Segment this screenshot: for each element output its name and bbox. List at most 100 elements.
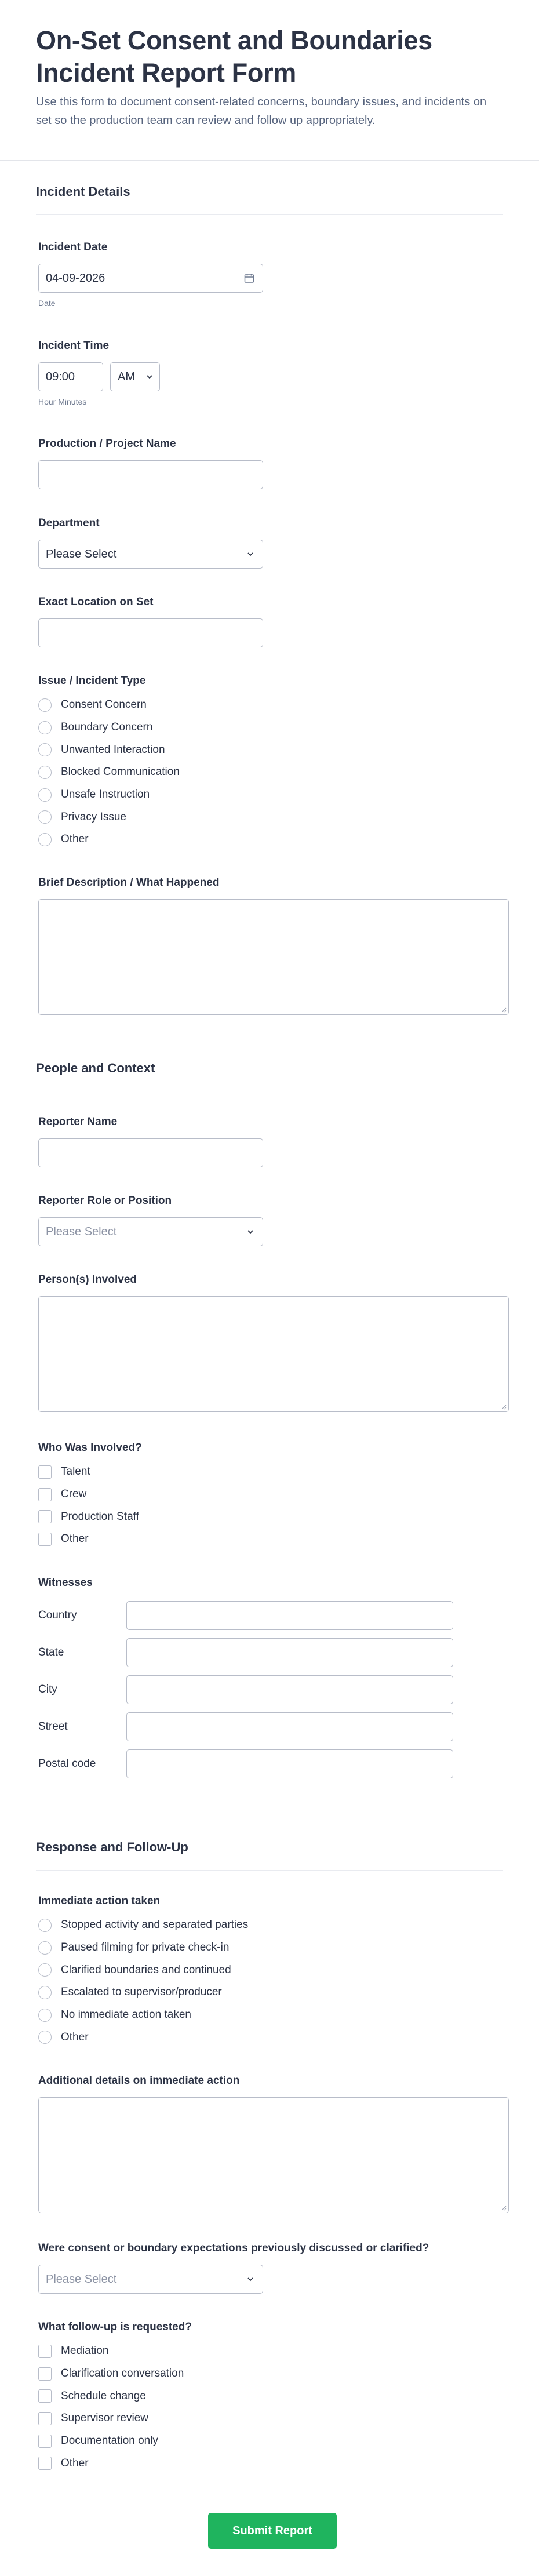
question-production-name: Production / Project Name bbox=[0, 437, 539, 489]
resize-grip-icon[interactable] bbox=[501, 2205, 507, 2211]
form-footer: Submit Report bbox=[0, 2491, 539, 2576]
department-select[interactable]: Please Select bbox=[38, 540, 263, 569]
radio-option[interactable]: No immediate action taken bbox=[38, 2004, 501, 2026]
checkbox[interactable] bbox=[38, 1532, 52, 1546]
option-label: Crew bbox=[61, 1488, 87, 1501]
radio-option[interactable]: Stopped activity and separated parties bbox=[38, 1914, 501, 1937]
checkbox[interactable] bbox=[38, 1487, 52, 1501]
radio-button[interactable] bbox=[38, 1985, 52, 1999]
checkbox[interactable] bbox=[38, 2457, 52, 2471]
radio-option[interactable]: Paused filming for private check-in bbox=[38, 1937, 501, 1959]
ampm-value: AM bbox=[118, 370, 135, 383]
calendar-icon[interactable] bbox=[244, 273, 254, 283]
checkbox-option[interactable]: Supervisor review bbox=[38, 2407, 501, 2430]
form-page: On-Set Consent and Boundaries Incident R… bbox=[0, 0, 539, 2576]
question-incident-date: Incident Date 04-09-2026 Date bbox=[0, 241, 539, 308]
checkbox-option[interactable]: Other bbox=[38, 2452, 501, 2475]
radio-button[interactable] bbox=[38, 810, 52, 824]
description-label: Brief Description / What Happened bbox=[38, 876, 220, 889]
incident-date-input[interactable]: 04-09-2026 bbox=[38, 264, 263, 293]
street-input[interactable] bbox=[126, 1712, 453, 1741]
reporter-name-label: Reporter Name bbox=[38, 1116, 118, 1128]
checkbox[interactable] bbox=[38, 2367, 52, 2381]
radio-option[interactable]: Boundary Concern bbox=[38, 716, 501, 739]
checkbox-option[interactable]: Other bbox=[38, 1528, 501, 1551]
section-title: People and Context bbox=[36, 1061, 155, 1075]
radio-button[interactable] bbox=[38, 2008, 52, 2022]
resize-grip-icon[interactable] bbox=[501, 1404, 507, 1410]
checkbox[interactable] bbox=[38, 2434, 52, 2448]
checkbox-option[interactable]: Schedule change bbox=[38, 2385, 501, 2407]
radio-button[interactable] bbox=[38, 765, 52, 779]
additional-details-textarea[interactable] bbox=[38, 2097, 509, 2213]
checkbox[interactable] bbox=[38, 1465, 52, 1479]
previously-discussed-label: Were consent or boundary expectations pr… bbox=[38, 2242, 429, 2254]
radio-option[interactable]: Privacy Issue bbox=[38, 806, 501, 828]
radio-button[interactable] bbox=[38, 1918, 52, 1932]
checkbox-option[interactable]: Production Staff bbox=[38, 1505, 501, 1528]
country-input[interactable] bbox=[126, 1601, 453, 1630]
checkbox-option[interactable]: Clarification conversation bbox=[38, 2363, 501, 2385]
radio-option[interactable]: Blocked Communication bbox=[38, 761, 501, 784]
radio-button[interactable] bbox=[38, 1963, 52, 1977]
address-field-label: State bbox=[38, 1646, 64, 1658]
resize-grip-icon[interactable] bbox=[501, 1007, 507, 1013]
option-label: Clarification conversation bbox=[61, 2367, 184, 2380]
question-issue-type: Issue / Incident Type Consent Concern Bo… bbox=[0, 674, 539, 851]
radio-option[interactable]: Other bbox=[38, 2026, 501, 2049]
witnesses-label: Witnesses bbox=[38, 1577, 93, 1589]
address-row: State bbox=[38, 1634, 501, 1671]
radio-button[interactable] bbox=[38, 1941, 52, 1955]
radio-button[interactable] bbox=[38, 2031, 52, 2044]
chevron-down-icon bbox=[247, 1230, 253, 1234]
production-name-input[interactable] bbox=[38, 460, 263, 489]
question-exact-location: Exact Location on Set bbox=[0, 595, 539, 647]
who-involved-label: Who Was Involved? bbox=[38, 1442, 142, 1454]
radio-button[interactable] bbox=[38, 698, 52, 712]
option-label: Other bbox=[61, 833, 89, 846]
question-reporter-name: Reporter Name bbox=[0, 1115, 539, 1167]
postal-code-input[interactable] bbox=[126, 1749, 453, 1778]
checkbox-option[interactable]: Documentation only bbox=[38, 2430, 501, 2453]
city-input[interactable] bbox=[126, 1675, 453, 1704]
reporter-role-select[interactable]: Please Select bbox=[38, 1217, 263, 1246]
radio-button[interactable] bbox=[38, 832, 52, 846]
exact-location-input[interactable] bbox=[38, 618, 263, 647]
submit-button[interactable]: Submit Report bbox=[208, 2513, 337, 2549]
hour-minute-input[interactable]: 09:00 bbox=[38, 362, 103, 391]
option-label: Mediation bbox=[61, 2345, 109, 2357]
ampm-select[interactable]: AM bbox=[110, 362, 160, 391]
immediate-action-label: Immediate action taken bbox=[38, 1895, 161, 1907]
checkbox[interactable] bbox=[38, 2411, 52, 2425]
radio-option[interactable]: Escalated to supervisor/producer bbox=[38, 1981, 501, 2004]
question-previously-discussed: Were consent or boundary expectations pr… bbox=[0, 2242, 539, 2294]
checkbox-option[interactable]: Talent bbox=[38, 1461, 501, 1483]
option-label: Talent bbox=[61, 1465, 90, 1478]
reporter-name-input[interactable] bbox=[38, 1138, 263, 1167]
checkbox[interactable] bbox=[38, 1510, 52, 1524]
state-input[interactable] bbox=[126, 1638, 453, 1667]
radio-option[interactable]: Unwanted Interaction bbox=[38, 738, 501, 761]
radio-button[interactable] bbox=[38, 721, 52, 734]
section-response-followup: Response and Follow-Up bbox=[0, 1840, 539, 1871]
section-title: Response and Follow-Up bbox=[36, 1840, 188, 1854]
previously-discussed-select[interactable]: Please Select bbox=[38, 2265, 263, 2294]
radio-button[interactable] bbox=[38, 743, 52, 757]
description-textarea[interactable] bbox=[38, 899, 509, 1015]
radio-option[interactable]: Other bbox=[38, 828, 501, 851]
radio-button[interactable] bbox=[38, 788, 52, 802]
section-divider bbox=[36, 1870, 503, 1871]
radio-option[interactable]: Consent Concern bbox=[38, 694, 501, 716]
checkbox-option[interactable]: Crew bbox=[38, 1483, 501, 1506]
option-label: Production Staff bbox=[61, 1510, 139, 1523]
radio-option[interactable]: Unsafe Instruction bbox=[38, 784, 501, 806]
followup-label: What follow-up is requested? bbox=[38, 2321, 192, 2333]
form-header: On-Set Consent and Boundaries Incident R… bbox=[0, 0, 539, 161]
radio-option[interactable]: Clarified boundaries and continued bbox=[38, 1959, 501, 1981]
section-people-context: People and Context bbox=[0, 1061, 539, 1091]
checkbox[interactable] bbox=[38, 2344, 52, 2358]
persons-involved-textarea[interactable] bbox=[38, 1296, 509, 1412]
option-label: Privacy Issue bbox=[61, 810, 126, 823]
checkbox-option[interactable]: Mediation bbox=[38, 2340, 501, 2363]
checkbox[interactable] bbox=[38, 2389, 52, 2403]
